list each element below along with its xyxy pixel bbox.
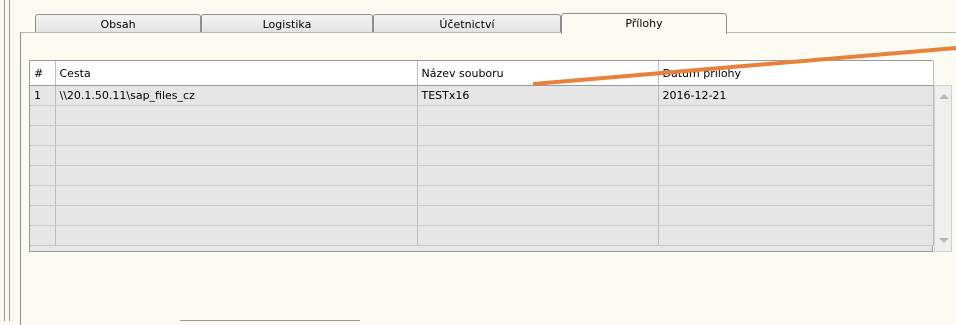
row-index-cell[interactable] <box>30 125 56 146</box>
cesta-cell[interactable] <box>55 185 418 206</box>
row-index-cell[interactable] <box>30 105 56 126</box>
table-row[interactable] <box>30 185 934 206</box>
row-index-cell[interactable] <box>30 225 56 246</box>
datum-prilohy-cell[interactable] <box>658 105 934 126</box>
table-row[interactable]: 1 \\20.1.50.11\sap_files_cz TESTx16 2016-12… <box>30 85 934 106</box>
nazev-souboru-cell[interactable] <box>417 185 659 206</box>
tab-logistika[interactable]: Logistika <box>201 14 373 33</box>
datum-prilohy-cell[interactable] <box>658 165 934 186</box>
column-header-datum-prilohy[interactable]: Datum přílohy <box>658 61 934 86</box>
tab-prilohy[interactable]: Přílohy <box>561 13 727 34</box>
tab-label: Obsah <box>100 18 136 31</box>
tab-ucetnictvi[interactable]: Účetnictví <box>373 14 561 33</box>
column-header-nazev-souboru[interactable]: Název souboru <box>417 61 659 86</box>
row-index-cell[interactable] <box>30 205 56 226</box>
row-index-cell[interactable]: 1 <box>30 85 56 106</box>
window-border-inner <box>9 0 10 321</box>
nazev-souboru-cell[interactable] <box>417 165 659 186</box>
tab-label: Logistika <box>262 18 312 31</box>
cesta-cell[interactable] <box>55 205 418 226</box>
column-header-cesta[interactable]: Cesta <box>55 61 418 86</box>
vertical-scrollbar[interactable] <box>934 85 952 252</box>
cesta-cell[interactable] <box>55 125 418 146</box>
grid-corner <box>934 60 952 85</box>
attachments-grid: # Cesta Název souboru Datum přílohy 1 \\2… <box>29 60 934 252</box>
datum-prilohy-cell[interactable] <box>658 185 934 206</box>
table-row[interactable] <box>30 205 934 226</box>
table-row[interactable] <box>30 125 934 146</box>
tab-label: Přílohy <box>625 17 663 30</box>
row-index-cell[interactable] <box>30 145 56 166</box>
tab-obsah[interactable]: Obsah <box>35 14 201 33</box>
table-row[interactable] <box>30 165 934 186</box>
datum-prilohy-cell[interactable] <box>658 145 934 166</box>
row-index-cell[interactable] <box>30 165 56 186</box>
grid-header-row: # Cesta Název souboru Datum přílohy <box>30 61 934 86</box>
cesta-cell[interactable] <box>55 225 418 246</box>
table-row[interactable] <box>30 105 934 126</box>
nazev-souboru-cell[interactable] <box>417 145 659 166</box>
window-border-left <box>4 0 5 321</box>
table-row[interactable] <box>30 225 934 246</box>
datum-prilohy-cell[interactable] <box>658 205 934 226</box>
scroll-up-icon[interactable] <box>939 94 949 99</box>
cesta-cell[interactable] <box>55 165 418 186</box>
datum-prilohy-cell[interactable] <box>658 225 934 246</box>
nazev-souboru-cell[interactable] <box>417 225 659 246</box>
row-index-cell[interactable] <box>30 185 56 206</box>
nazev-souboru-cell[interactable] <box>417 205 659 226</box>
column-header-index[interactable]: # <box>30 61 56 86</box>
datum-prilohy-cell[interactable]: 2016-12-21 <box>658 85 934 106</box>
tab-label: Účetnictví <box>439 18 495 31</box>
nazev-souboru-cell[interactable]: TESTx16 <box>417 85 659 106</box>
cesta-cell[interactable]: \\20.1.50.11\sap_files_cz <box>55 85 418 106</box>
scroll-down-icon[interactable] <box>939 238 949 243</box>
datum-prilohy-cell[interactable] <box>658 125 934 146</box>
nazev-souboru-cell[interactable] <box>417 125 659 146</box>
cesta-cell[interactable] <box>55 105 418 126</box>
nazev-souboru-cell[interactable] <box>417 105 659 126</box>
cesta-cell[interactable] <box>55 145 418 166</box>
table-row[interactable] <box>30 145 934 166</box>
